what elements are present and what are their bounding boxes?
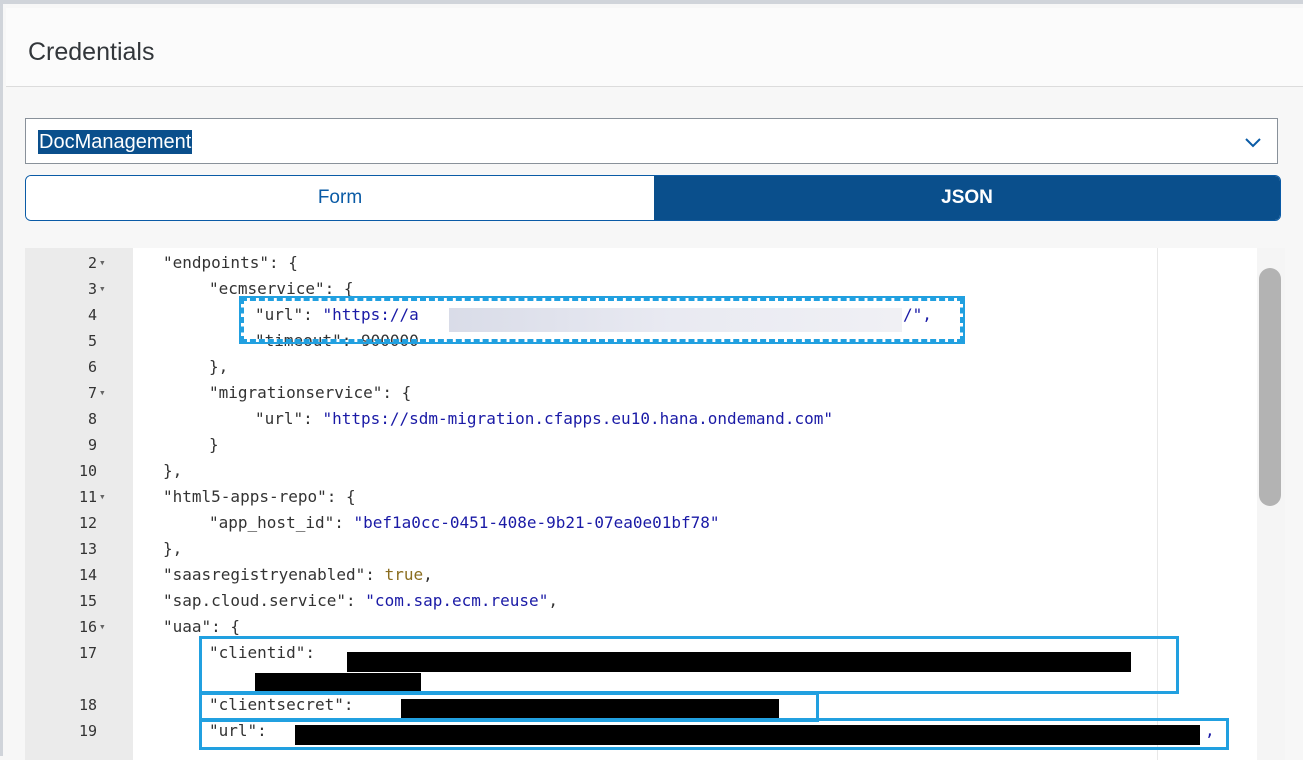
line-number: 18 bbox=[78, 696, 97, 714]
code-text: "url": "https://sdm-migration.cfapps.eu1… bbox=[255, 406, 833, 432]
code-text: }, bbox=[163, 458, 182, 484]
line-number: 3 bbox=[87, 280, 97, 298]
scrollbar-thumb[interactable] bbox=[1259, 268, 1281, 506]
code-token: "sap.cloud.service": bbox=[163, 591, 366, 610]
code-line: 10}, bbox=[25, 458, 1257, 484]
code-line: 6}, bbox=[25, 354, 1257, 380]
code-token: "saasregistryenabled": bbox=[163, 565, 385, 584]
json-tab[interactable]: JSON bbox=[654, 176, 1280, 220]
code-line: 7 ▾ "migrationservice": { bbox=[25, 380, 1257, 406]
code-text: "sap.cloud.service": "com.sap.ecm.reuse"… bbox=[163, 588, 558, 614]
window-title: Credentials bbox=[28, 38, 155, 66]
code-text: }, bbox=[209, 354, 228, 380]
code-line: 12 "app_host_id": "bef1a0cc-0451-408e-9b2… bbox=[25, 510, 1257, 536]
fold-toggle-icon[interactable]: ▾ bbox=[99, 484, 106, 510]
code-text: "endpoints": { bbox=[163, 250, 298, 276]
form-tab[interactable]: Form bbox=[26, 176, 654, 220]
code-token: "https://sdm-migration.cfapps.eu10.hana.… bbox=[322, 409, 833, 428]
code-text: "migrationservice": { bbox=[209, 380, 411, 406]
view-mode-toggle: Form JSON bbox=[25, 175, 1281, 221]
code-token: }, bbox=[163, 539, 183, 558]
code-token: "uaa": { bbox=[163, 617, 241, 636]
code-line: 13}, bbox=[25, 536, 1257, 562]
code-token: "app_host_id": bbox=[209, 513, 354, 532]
code-token: "com.sap.ecm.reuse" bbox=[365, 591, 549, 610]
code-token: "html5-apps-repo": { bbox=[163, 487, 356, 506]
code-text: } bbox=[209, 432, 219, 458]
code-token: }, bbox=[163, 461, 183, 480]
code-text: "app_host_id": "bef1a0cc-0451-408e-9b21-… bbox=[209, 510, 720, 536]
code-token: , bbox=[548, 591, 558, 610]
code-token: } bbox=[209, 435, 219, 454]
line-number: 16 bbox=[78, 618, 97, 636]
chevron-down-icon[interactable] bbox=[1243, 132, 1263, 152]
selected-instance-value: DocManagement bbox=[38, 130, 193, 154]
line-number: 10 bbox=[78, 462, 97, 480]
line-number: 19 bbox=[78, 722, 97, 740]
json-editor[interactable]: 2 ▾ "endpoints": {3 ▾ "ecmservice": {4 "url":… bbox=[25, 248, 1285, 760]
code-line: 2 ▾ "endpoints": { bbox=[25, 250, 1257, 276]
line-number: 17 bbox=[78, 644, 97, 662]
code-token: "url": bbox=[255, 409, 323, 428]
code-token: "migrationservice": { bbox=[209, 383, 412, 402]
line-number: 14 bbox=[78, 566, 97, 584]
highlight-uaa-url bbox=[199, 718, 1229, 750]
line-number: 8 bbox=[87, 410, 97, 428]
credentials-window: Credentials DocManagement Form JSON 2 ▾ "e… bbox=[0, 0, 1303, 760]
line-number: 6 bbox=[87, 358, 97, 376]
fold-toggle-icon[interactable]: ▾ bbox=[99, 380, 106, 406]
highlight-ecm-url bbox=[239, 296, 965, 344]
fold-toggle-icon[interactable]: ▾ bbox=[99, 250, 106, 276]
line-number: 4 bbox=[87, 306, 97, 324]
code-text: "saasregistryenabled": true, bbox=[163, 562, 433, 588]
code-token: "endpoints": { bbox=[163, 253, 298, 272]
line-number: 9 bbox=[87, 436, 97, 454]
code-line: 15 "sap.cloud.service": "com.sap.ecm.reus… bbox=[25, 588, 1257, 614]
code-token: "ecmservice": { bbox=[209, 279, 354, 298]
code-line: 8 "url": "https://sdm-migration.cfapps.eu… bbox=[25, 406, 1257, 432]
service-instance-select[interactable]: DocManagement bbox=[25, 118, 1278, 164]
line-number: 7 bbox=[87, 384, 97, 402]
line-number: 5 bbox=[87, 332, 97, 350]
code-text: "html5-apps-repo": { bbox=[163, 484, 356, 510]
fold-toggle-icon[interactable]: ▾ bbox=[99, 614, 106, 640]
code-line: 11 ▾ "html5-apps-repo": { bbox=[25, 484, 1257, 510]
line-number: 15 bbox=[78, 592, 97, 610]
code-token: "bef1a0cc-0451-408e-9b21-07ea0e01bf78" bbox=[353, 513, 720, 532]
title-bar: Credentials bbox=[6, 8, 1303, 87]
line-number: 11 bbox=[78, 488, 97, 506]
code-text: }, bbox=[163, 536, 182, 562]
highlight-clientid bbox=[199, 636, 1179, 694]
line-number: 2 bbox=[87, 254, 97, 272]
code-line: 9} bbox=[25, 432, 1257, 458]
line-number: 12 bbox=[78, 514, 97, 532]
code-token: }, bbox=[209, 357, 229, 376]
fold-toggle-icon[interactable]: ▾ bbox=[99, 276, 106, 302]
code-token: , bbox=[423, 565, 433, 584]
code-line: 14 "saasregistryenabled": true, bbox=[25, 562, 1257, 588]
code-token: true bbox=[384, 565, 424, 584]
line-number: 13 bbox=[78, 540, 97, 558]
